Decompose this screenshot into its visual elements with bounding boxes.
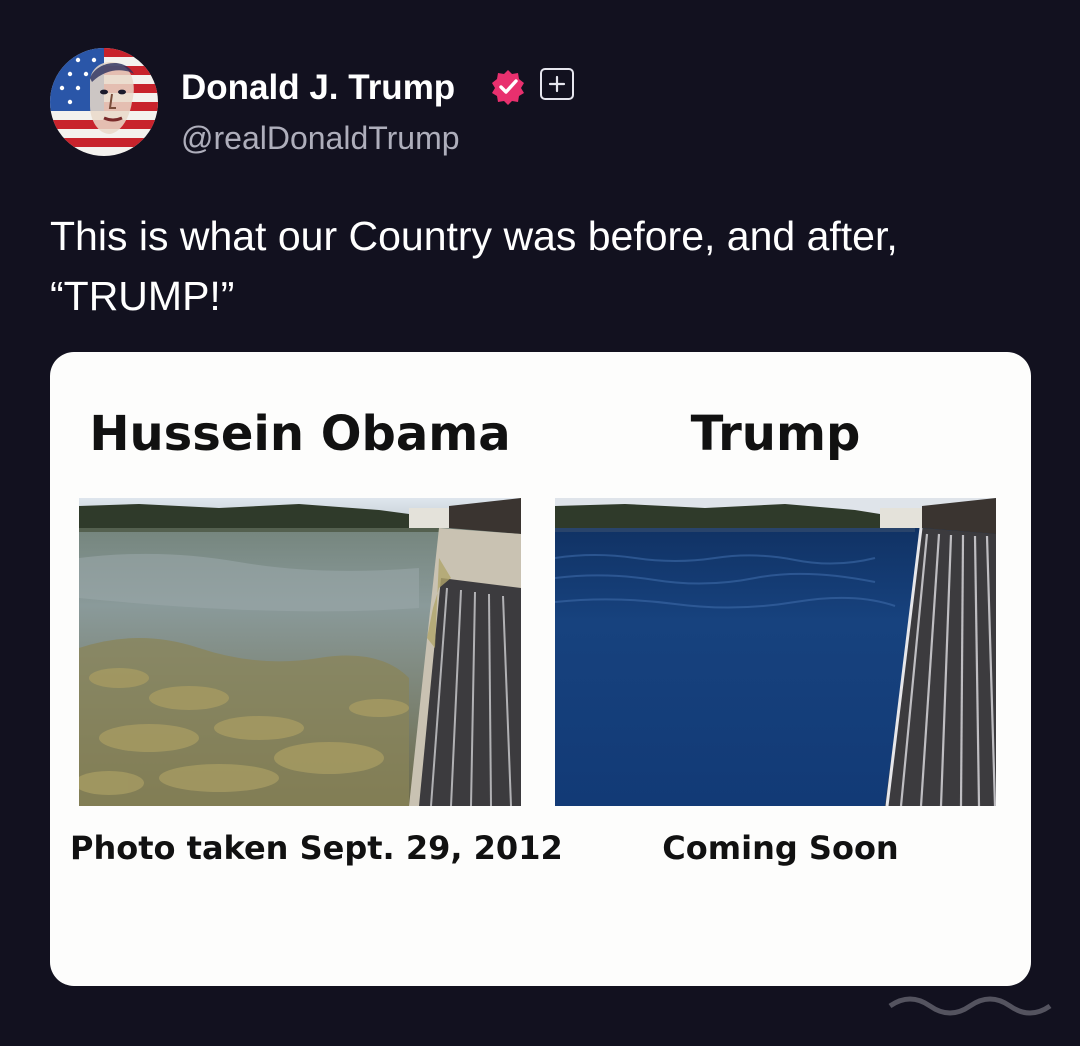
post: Donald J. Trump @realDonaldTrump This is… [0,0,1080,1046]
verified-check-icon [489,68,527,106]
avatar[interactable] [50,48,158,156]
right-title: Trump [690,406,861,462]
reflecting-pool-algae-photo [79,498,521,806]
avatar-flag-portrait [50,48,158,156]
author-handle[interactable]: @realDonaldTrump [181,118,460,158]
watermark [880,986,1060,1026]
post-text: This is what our Country was before, and… [50,213,898,319]
display-name[interactable]: Donald J. Trump [181,66,455,110]
plus-icon [548,75,566,93]
right-caption: Coming Soon [662,829,899,867]
reflecting-pool-clean-photo [555,498,996,806]
left-title: Hussein Obama [89,406,511,462]
follow-button[interactable] [540,68,574,100]
left-caption: Photo taken Sept. 29, 2012 [70,829,563,867]
